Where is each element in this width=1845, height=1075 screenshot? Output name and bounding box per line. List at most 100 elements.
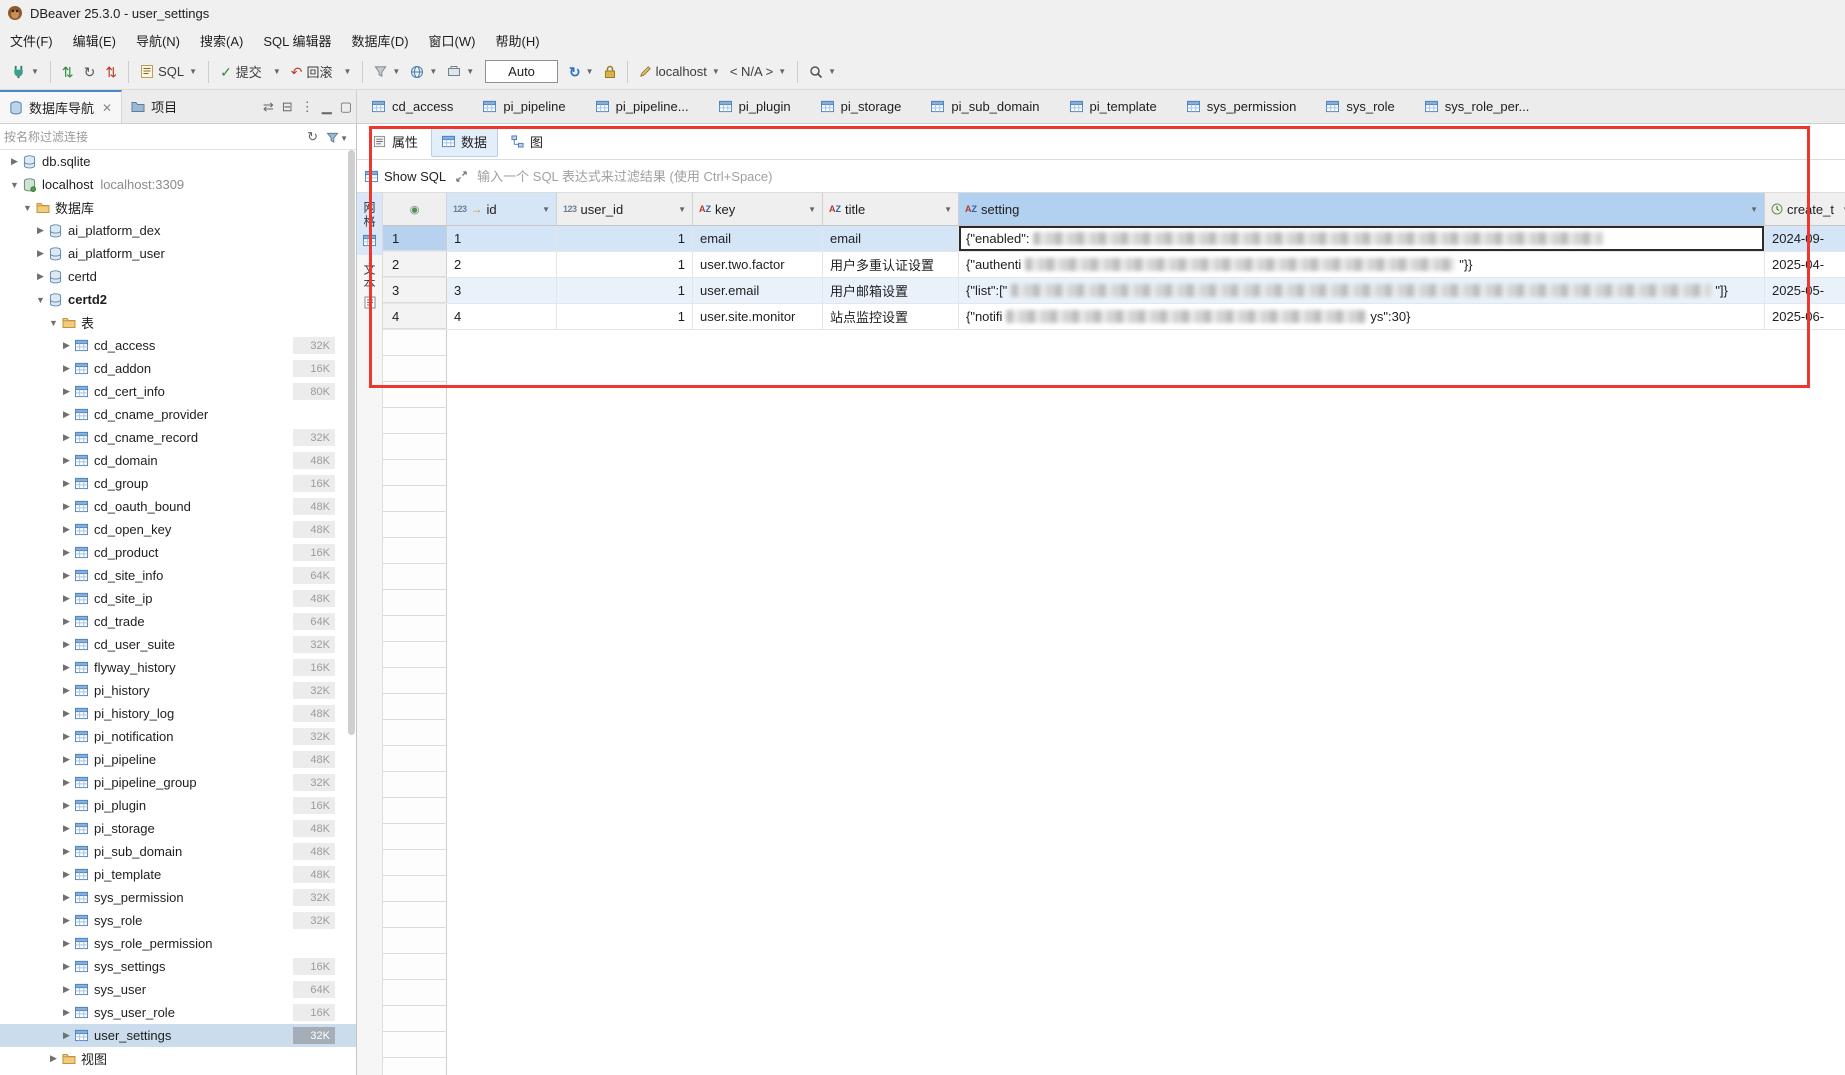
- tree-item-cd_cname_provider[interactable]: ▶cd_cname_provider: [0, 403, 356, 426]
- tree-item-pi_notification[interactable]: ▶pi_notification32K: [0, 725, 356, 748]
- editor-tab-pi_storage[interactable]: pi_storage: [806, 90, 917, 123]
- column-header-user_id[interactable]: 123user_id▼: [557, 193, 693, 225]
- empty-row-number-cell[interactable]: [383, 954, 447, 980]
- empty-row-number-cell[interactable]: [383, 746, 447, 772]
- presentation-grid[interactable]: 网格: [357, 193, 382, 255]
- editor-tab-cd_access[interactable]: cd_access: [357, 90, 468, 123]
- editor-tab-sys_role[interactable]: sys_role: [1311, 90, 1409, 123]
- tree-item-cd_site_ip[interactable]: ▶cd_site_ip48K: [0, 587, 356, 610]
- cell-key[interactable]: user.email: [693, 278, 823, 303]
- chevron-right-icon[interactable]: ▶: [60, 639, 73, 650]
- chevron-right-icon[interactable]: ▶: [60, 455, 73, 466]
- menu-item-8[interactable]: 帮助(H): [485, 26, 549, 55]
- result-tab-1[interactable]: 属性: [362, 126, 429, 157]
- menu-item-4[interactable]: 搜索(A): [190, 26, 253, 55]
- chevron-right-icon[interactable]: ▶: [60, 823, 73, 834]
- chevron-down-icon[interactable]: ▼: [47, 318, 60, 328]
- empty-row-number-cell[interactable]: [383, 876, 447, 902]
- cell-title[interactable]: 用户多重认证设置: [823, 252, 959, 277]
- cell-user_id[interactable]: 1: [557, 252, 693, 277]
- chevron-right-icon[interactable]: ▶: [60, 754, 73, 765]
- tree-item-cd_cert_info[interactable]: ▶cd_cert_info80K: [0, 380, 356, 403]
- editor-tab-pi_template[interactable]: pi_template: [1055, 90, 1172, 123]
- editor-tab-pi_sub_domain[interactable]: pi_sub_domain: [916, 90, 1054, 123]
- empty-row-number-cell[interactable]: [383, 434, 447, 460]
- sql-filter-input[interactable]: [477, 169, 1837, 184]
- column-header-create_t[interactable]: create_t▼: [1765, 193, 1845, 225]
- cell-user_id[interactable]: 1: [557, 304, 693, 329]
- chevron-right-icon[interactable]: ▶: [60, 501, 73, 512]
- empty-row-number-cell[interactable]: [383, 1032, 447, 1058]
- cell-key[interactable]: email: [693, 226, 823, 251]
- row-number-cell[interactable]: 4: [383, 304, 447, 329]
- empty-row-number-cell[interactable]: [383, 590, 447, 616]
- empty-row-number-cell[interactable]: [383, 538, 447, 564]
- empty-row-number-cell[interactable]: [383, 382, 447, 408]
- chevron-right-icon[interactable]: ▶: [60, 984, 73, 995]
- menu-item-5[interactable]: SQL 编辑器: [253, 26, 341, 55]
- menu-item-3[interactable]: 导航(N): [126, 26, 190, 55]
- column-filter-icon[interactable]: ▼: [944, 205, 952, 214]
- empty-row-number-cell[interactable]: [383, 512, 447, 538]
- cell-title[interactable]: 用户邮箱设置: [823, 278, 959, 303]
- chevron-right-icon[interactable]: ▶: [34, 271, 47, 282]
- cell-create-time[interactable]: 2025-05-: [1765, 278, 1845, 303]
- active-database-selector[interactable]: < N/A >▼: [725, 60, 791, 83]
- tree-item-flyway_history[interactable]: ▶flyway_history16K: [0, 656, 356, 679]
- empty-row-number-cell[interactable]: [383, 616, 447, 642]
- close-icon[interactable]: ✕: [102, 101, 112, 115]
- link-editor-icon[interactable]: ⇄: [259, 99, 278, 115]
- tab-projects[interactable]: 项目: [122, 90, 186, 123]
- tree-item-cd_access[interactable]: ▶cd_access32K: [0, 334, 356, 357]
- row-number-cell[interactable]: 3: [383, 278, 447, 303]
- chevron-right-icon[interactable]: ▶: [60, 409, 73, 420]
- tree-item-pi_sub_domain[interactable]: ▶pi_sub_domain48K: [0, 840, 356, 863]
- tree-item-pi_plugin[interactable]: ▶pi_plugin16K: [0, 794, 356, 817]
- result-tab-2[interactable]: 数据: [431, 126, 498, 157]
- lock-button[interactable]: [599, 61, 621, 83]
- reconnect-button[interactable]: ↻: [79, 61, 101, 83]
- chevron-right-icon[interactable]: ▶: [60, 685, 73, 696]
- empty-row-number-cell[interactable]: [383, 668, 447, 694]
- empty-row-number-cell[interactable]: [383, 486, 447, 512]
- grid-corner-cell[interactable]: ◉: [383, 193, 447, 225]
- empty-row-number-cell[interactable]: [383, 798, 447, 824]
- cell-title[interactable]: email: [823, 226, 959, 251]
- cell-key[interactable]: user.site.monitor: [693, 304, 823, 329]
- refresh-tree-icon[interactable]: ↻: [303, 129, 322, 145]
- empty-row-number-cell[interactable]: [383, 824, 447, 850]
- chevron-right-icon[interactable]: ▶: [60, 777, 73, 788]
- minimize-view-icon[interactable]: ▁: [318, 99, 336, 115]
- chevron-right-icon[interactable]: ▶: [60, 846, 73, 857]
- tree-item-ai_platform_dex[interactable]: ▶ai_platform_dex: [0, 219, 356, 242]
- chevron-right-icon[interactable]: ▶: [60, 961, 73, 972]
- empty-row-number-cell[interactable]: [383, 772, 447, 798]
- chevron-right-icon[interactable]: ▶: [60, 731, 73, 742]
- tree-item-localhost[interactable]: ▼localhostlocalhost:3309: [0, 173, 356, 196]
- tree-scrollbar[interactable]: [348, 150, 355, 735]
- tree-item-pi_template[interactable]: ▶pi_template48K: [0, 863, 356, 886]
- commit-button[interactable]: ✓提交: [215, 58, 267, 85]
- empty-row-number-cell[interactable]: [383, 356, 447, 382]
- commit-dropdown[interactable]: ▼: [267, 63, 286, 80]
- tree-item-cd_addon[interactable]: ▶cd_addon16K: [0, 357, 356, 380]
- expand-filter-icon[interactable]: [455, 170, 468, 183]
- cell-setting[interactable]: {"authenti"}}: [959, 252, 1765, 277]
- chevron-right-icon[interactable]: ▶: [60, 800, 73, 811]
- cell-id[interactable]: 3: [447, 278, 557, 303]
- result-tab-3[interactable]: 图: [500, 126, 554, 157]
- chevron-right-icon[interactable]: ▶: [60, 938, 73, 949]
- tree-item-pi_history[interactable]: ▶pi_history32K: [0, 679, 356, 702]
- chevron-down-icon[interactable]: ▼: [21, 203, 34, 213]
- empty-row-number-cell[interactable]: [383, 330, 447, 356]
- chevron-right-icon[interactable]: ▶: [60, 593, 73, 604]
- column-header-id[interactable]: 123→id▼: [447, 193, 557, 225]
- chevron-right-icon[interactable]: ▶: [60, 708, 73, 719]
- tree-item-sys_user_role[interactable]: ▶sys_user_role16K: [0, 1001, 356, 1024]
- tree-item-cd_domain[interactable]: ▶cd_domain48K: [0, 449, 356, 472]
- tree-item-cd_group[interactable]: ▶cd_group16K: [0, 472, 356, 495]
- column-header-title[interactable]: AZtitle▼: [823, 193, 959, 225]
- cell-setting[interactable]: {"enabled":: [959, 226, 1765, 251]
- export-button[interactable]: ▼: [442, 61, 479, 82]
- chevron-right-icon[interactable]: ▶: [60, 869, 73, 880]
